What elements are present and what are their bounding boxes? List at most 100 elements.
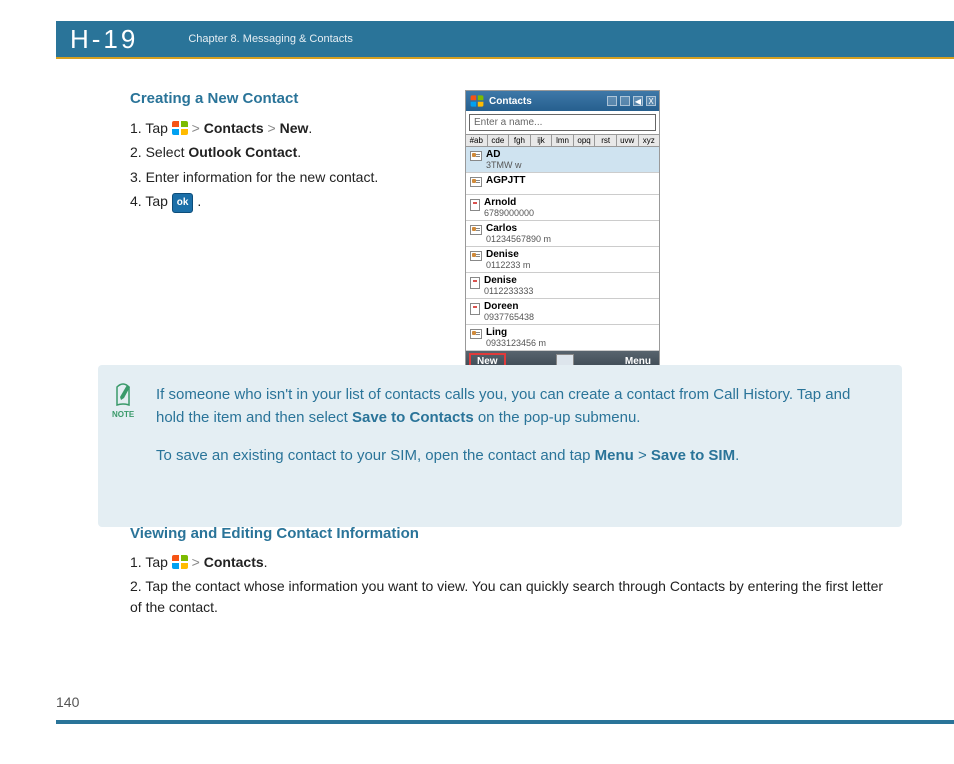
contact-number: 0112233 m xyxy=(486,260,655,270)
note-label: NOTE xyxy=(112,410,134,419)
separator: > xyxy=(268,120,280,136)
alpha-tab[interactable]: lmn xyxy=(552,135,574,146)
note-paragraph-2: To save an existing contact to your SIM,… xyxy=(156,444,880,467)
contact-row[interactable]: AGPJTT xyxy=(466,173,659,195)
alpha-tab[interactable]: ijk xyxy=(531,135,553,146)
contact-name: AD xyxy=(486,149,655,160)
text: . xyxy=(264,554,268,570)
keyboard-icon xyxy=(556,354,574,366)
contact-info: Doreen0937765438 xyxy=(484,301,655,322)
alpha-tab[interactable]: cde xyxy=(488,135,510,146)
note-icon: NOTE xyxy=(112,383,134,421)
signal-icon xyxy=(607,96,617,106)
text: 1. Tap xyxy=(130,554,172,570)
footer-line xyxy=(56,720,954,724)
contact-row[interactable]: Carlos01234567890 m xyxy=(466,221,659,247)
contact-info: AGPJTT xyxy=(486,175,655,186)
bold-text: Save to Contacts xyxy=(352,409,474,426)
contact-info: Denise0112233 m xyxy=(486,249,655,270)
bold-text: Contacts xyxy=(204,554,264,570)
contact-info: Arnold6789000000 xyxy=(484,197,655,218)
contact-name: AGPJTT xyxy=(486,175,655,186)
search-input[interactable]: Enter a name... xyxy=(469,114,656,131)
accent-line xyxy=(56,57,954,59)
separator: > xyxy=(192,120,204,136)
alpha-tab[interactable]: #ab xyxy=(466,135,488,146)
contact-info: Denise0112233333 xyxy=(484,275,655,296)
logo: H-19 xyxy=(56,24,138,55)
text: 1. Tap xyxy=(130,120,172,136)
device-screenshot: Contacts ◀ X Enter a name... #abcdefghij… xyxy=(465,90,660,372)
text: 4. Tap xyxy=(130,193,172,209)
contacts-list: AD3TMW w AGPJTT Arnold6789000000 Carlos0123… xyxy=(466,147,659,351)
step-1: 1. Tap > Contacts. xyxy=(130,552,894,574)
bold-text: New xyxy=(280,120,309,136)
step-2: 2. Tap the contact whose information you… xyxy=(130,576,894,619)
contact-card-icon xyxy=(470,225,482,235)
contact-row[interactable]: Denise0112233 m xyxy=(466,247,659,273)
sim-card-icon xyxy=(470,199,480,211)
contact-row[interactable]: Doreen0937765438 xyxy=(466,299,659,325)
note-paragraph-1: If someone who isn't in your list of con… xyxy=(156,383,880,430)
contact-name: Doreen xyxy=(484,301,655,312)
section-viewing-editing: Viewing and Editing Contact Information … xyxy=(130,525,894,621)
text: To save an existing contact to your SIM,… xyxy=(156,447,595,464)
contact-row[interactable]: Ling0933123456 m xyxy=(466,325,659,351)
contact-name: Denise xyxy=(484,275,655,286)
contact-number: 3TMW w xyxy=(486,160,655,170)
contact-row[interactable]: Denise0112233333 xyxy=(466,273,659,299)
sim-card-icon xyxy=(470,277,480,289)
bold-text: Contacts xyxy=(204,120,264,136)
separator: > xyxy=(634,447,651,464)
volume-icon: ◀ xyxy=(633,96,643,106)
contact-number: 6789000000 xyxy=(484,208,655,218)
contact-number: 01234567890 m xyxy=(486,234,655,244)
contact-name: Ling xyxy=(486,327,655,338)
text: . xyxy=(308,120,312,136)
contact-card-icon xyxy=(470,329,482,339)
contact-name: Arnold xyxy=(484,197,655,208)
contact-name: Carlos xyxy=(486,223,655,234)
text: on the pop-up submenu. xyxy=(474,409,641,426)
contact-card-icon xyxy=(470,177,482,187)
chapter-title: Chapter 8. Messaging & Contacts xyxy=(188,33,352,45)
contact-info: Ling0933123456 m xyxy=(486,327,655,348)
text: 2. Select xyxy=(130,144,188,160)
contact-info: AD3TMW w xyxy=(486,149,655,170)
bold-text: Outlook Contact xyxy=(188,144,297,160)
alpha-tab[interactable]: fgh xyxy=(509,135,531,146)
text: . xyxy=(297,144,301,160)
alpha-tab[interactable]: rst xyxy=(595,135,617,146)
contact-name: Denise xyxy=(486,249,655,260)
contact-info: Carlos01234567890 m xyxy=(486,223,655,244)
steps-list: 1. Tap > Contacts. 2. Tap the contact wh… xyxy=(130,552,894,619)
separator: > xyxy=(192,554,204,570)
system-tray: ◀ X xyxy=(607,96,656,106)
sim-card-icon xyxy=(470,303,480,315)
section-heading: Viewing and Editing Contact Information xyxy=(130,525,894,542)
bold-text: Save to SIM xyxy=(651,447,735,464)
contact-card-icon xyxy=(470,251,482,261)
alpha-tab[interactable]: uvw xyxy=(617,135,639,146)
alpha-tab[interactable]: xyz xyxy=(639,135,660,146)
alpha-tab[interactable]: opq xyxy=(574,135,596,146)
contact-row[interactable]: AD3TMW w xyxy=(466,147,659,173)
text: . xyxy=(197,193,201,209)
start-icon xyxy=(172,555,188,569)
text: . xyxy=(735,447,739,464)
page-number: 140 xyxy=(56,694,79,710)
start-icon xyxy=(172,121,188,135)
header-bar: H-19 Chapter 8. Messaging & Contacts xyxy=(56,21,954,57)
contact-row[interactable]: Arnold6789000000 xyxy=(466,195,659,221)
contact-number: 0933123456 m xyxy=(486,338,655,348)
alphabet-filter[interactable]: #abcdefghijklmnopqrstuvwxyz xyxy=(466,134,659,147)
contact-number: 0112233333 xyxy=(484,286,655,296)
bold-text: Menu xyxy=(595,447,634,464)
note-box: NOTE If someone who isn't in your list o… xyxy=(98,365,902,527)
close-icon[interactable]: X xyxy=(646,96,656,106)
window-title: Contacts xyxy=(489,96,603,107)
contact-card-icon xyxy=(470,151,482,161)
start-icon[interactable] xyxy=(471,95,484,106)
contact-number: 0937765438 xyxy=(484,312,655,322)
ok-button-graphic: ok xyxy=(172,193,194,213)
